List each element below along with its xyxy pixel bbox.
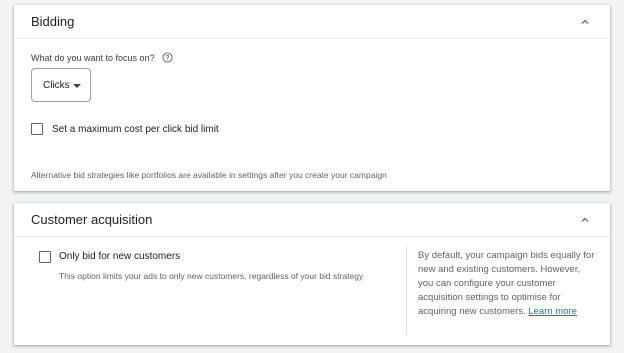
bid-strategy-footnote: Alternative bid strategies like portfoli… bbox=[31, 170, 387, 180]
customer-acquisition-title: Customer acquisition bbox=[31, 212, 153, 227]
learn-more-link[interactable]: Learn more bbox=[528, 306, 577, 317]
new-customers-checkbox[interactable] bbox=[39, 251, 51, 263]
chevron-up-icon[interactable] bbox=[578, 15, 592, 29]
bidding-header[interactable]: Bidding bbox=[14, 5, 610, 39]
customer-acquisition-header[interactable]: Customer acquisition bbox=[14, 203, 610, 237]
focus-question-label: What do you want to focus on? bbox=[31, 53, 155, 63]
focus-select[interactable]: Clicks bbox=[31, 68, 91, 102]
vertical-divider bbox=[406, 247, 407, 335]
bidding-title: Bidding bbox=[31, 14, 75, 29]
customer-acquisition-description: By default, your campaign bids equally f… bbox=[418, 249, 598, 319]
bidding-card: Bidding What do you want to focus on? Cl… bbox=[14, 5, 610, 191]
max-cpc-checkbox[interactable] bbox=[31, 123, 43, 135]
max-cpc-label[interactable]: Set a maximum cost per click bid limit bbox=[52, 124, 219, 135]
help-circle-icon[interactable] bbox=[162, 52, 173, 63]
customer-acquisition-card: Customer acquisition Only bid for new cu… bbox=[14, 203, 610, 345]
focus-select-value: Clicks bbox=[43, 80, 70, 91]
arrow-drop-down-icon bbox=[73, 84, 81, 88]
chevron-up-icon[interactable] bbox=[578, 213, 592, 227]
new-customers-label[interactable]: Only bid for new customers bbox=[59, 251, 180, 262]
new-customers-helper-text: This option limits your ads to only new … bbox=[59, 271, 364, 281]
